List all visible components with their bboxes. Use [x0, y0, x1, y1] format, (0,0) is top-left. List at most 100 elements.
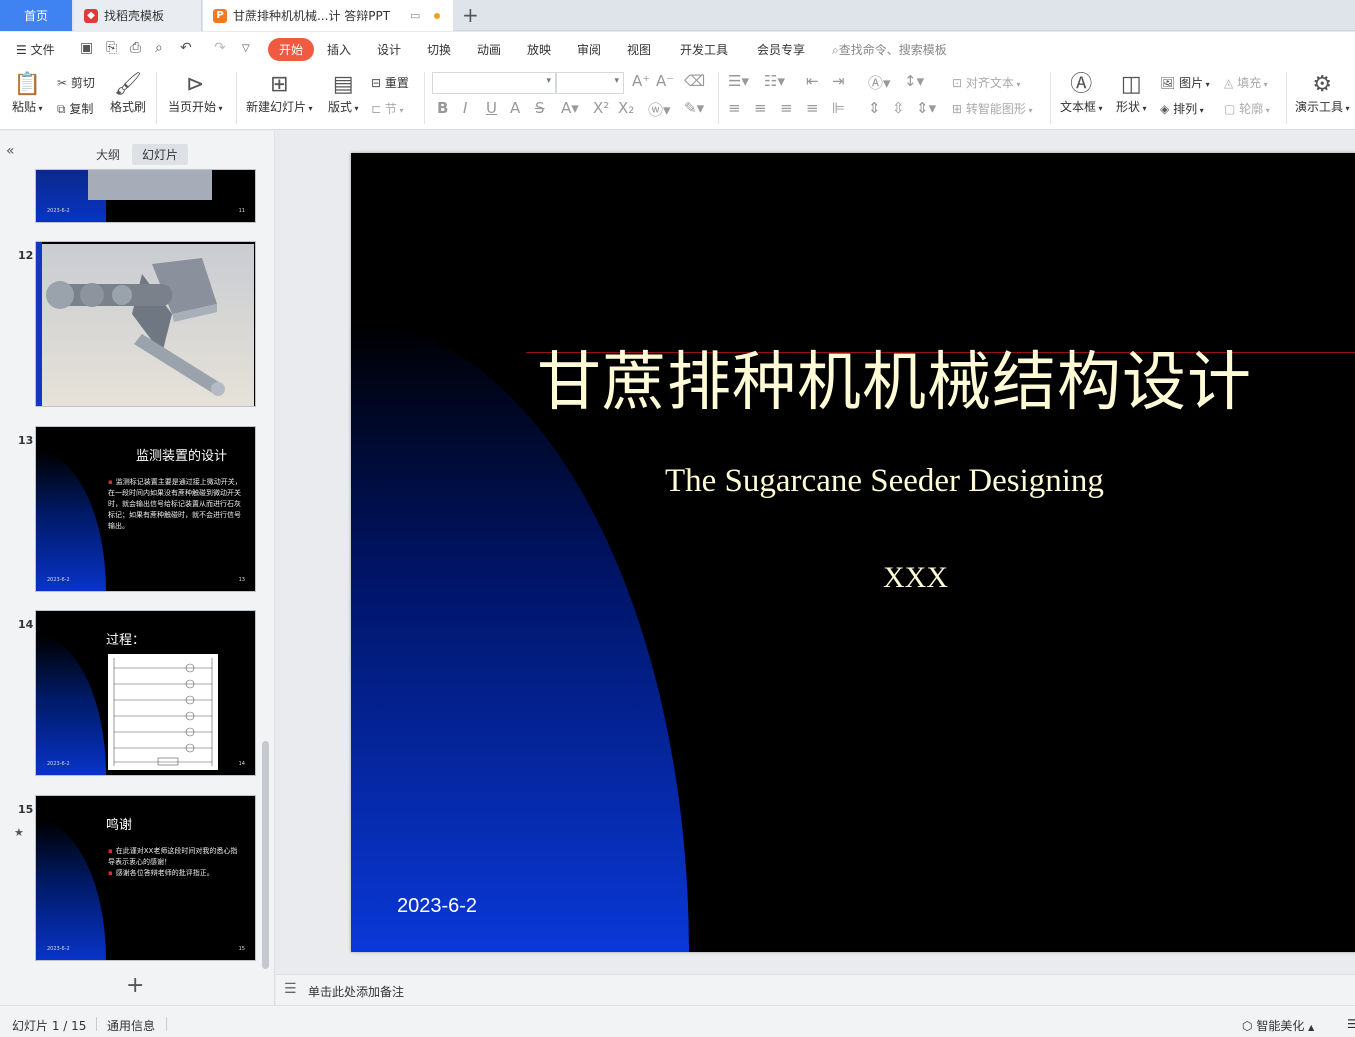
- paste-button[interactable]: 📋 粘贴 ▾: [12, 72, 43, 115]
- section-label: 节: [384, 102, 397, 116]
- numbering-icon[interactable]: ☷▾: [764, 72, 785, 90]
- thumb-page-number: 13: [238, 577, 245, 583]
- undo-icon[interactable]: ↶: [180, 40, 192, 56]
- font-color-icon[interactable]: A▾: [561, 99, 579, 117]
- slide-title[interactable]: 甘蔗排种机机械结构设计: [537, 331, 1252, 423]
- notes-toggle-icon[interactable]: ☰: [1347, 1017, 1355, 1031]
- export-pdf-icon[interactable]: ⎘: [106, 40, 117, 56]
- align-right-icon[interactable]: ≡: [780, 99, 793, 117]
- align-text-button[interactable]: ⊡ 对齐文本 ▾: [952, 74, 1020, 91]
- menu-member[interactable]: 会员专享: [757, 41, 805, 58]
- tab-bar: 首页 ◆ 找稻壳模板 P 甘蔗排种机机械...计 答辩PPT ▭ +: [0, 0, 1355, 31]
- slide-date[interactable]: 2023-6-2: [397, 895, 477, 918]
- bullet-icon: ▪: [108, 478, 113, 486]
- save-icon[interactable]: ▣: [80, 40, 93, 56]
- arrange-button[interactable]: ◈ 排列 ▾: [1160, 100, 1204, 117]
- quick-access-dropdown-icon[interactable]: ▽: [242, 43, 250, 54]
- print-preview-icon[interactable]: ⌕: [155, 40, 163, 56]
- file-menu[interactable]: ☰ 文件: [16, 41, 55, 58]
- notes-placeholder: 单击此处添加备注: [308, 985, 405, 999]
- add-slide-button[interactable]: +: [126, 973, 144, 998]
- slide-thumbnail-15[interactable]: 鸣谢 ▪ 在此谨对XX老师这段时间对我的悉心指导表示衷心的感谢！ ▪ 感谢各位答辩老…: [35, 795, 256, 961]
- slide-author[interactable]: XXX: [883, 561, 948, 595]
- clear-format-icon[interactable]: ⌫: [684, 72, 705, 90]
- superscript-icon[interactable]: X²: [593, 99, 609, 117]
- play-from-current-button[interactable]: ⊳ 当页开始 ▾: [168, 72, 223, 115]
- font-size-select[interactable]: [556, 72, 624, 94]
- current-slide[interactable]: 甘蔗排种机机械结构设计 The Sugarcane Seeder Designi…: [351, 153, 1355, 952]
- align-text-icon: ⊡: [952, 76, 963, 90]
- thumb-date: 2023-6-2: [47, 761, 70, 767]
- slide-thumbnail-13[interactable]: 监测装置的设计 ▪ 监测标记装置主要是通过接上微动开关，在一段时间内如果没有蔗种触…: [35, 426, 256, 592]
- line-height-icon[interactable]: ⇳: [892, 99, 905, 117]
- bullets-icon[interactable]: ☰▾: [728, 72, 749, 90]
- monitor-icon[interactable]: ▭: [410, 9, 420, 22]
- command-search[interactable]: ⌕查找命令、搜索模板: [832, 41, 947, 58]
- menu-slideshow[interactable]: 放映: [527, 41, 551, 58]
- justify-icon[interactable]: ≡: [806, 99, 819, 117]
- font-grow-icon[interactable]: A⁺: [632, 72, 650, 90]
- phonetic-icon[interactable]: ⓦ▾: [648, 99, 671, 120]
- menu-view[interactable]: 视图: [627, 41, 651, 58]
- redo-icon[interactable]: ↷: [214, 40, 226, 56]
- bold-icon[interactable]: B: [437, 99, 448, 117]
- tab-outline[interactable]: 大纲: [86, 144, 130, 165]
- column-spacing-icon[interactable]: ⇕▾: [916, 99, 936, 117]
- subscript-icon[interactable]: X₂: [618, 99, 634, 117]
- new-slide-button[interactable]: ⊞ 新建幻灯片 ▾: [246, 72, 313, 115]
- menu-animation[interactable]: 动画: [477, 41, 501, 58]
- copy-button[interactable]: ⧉ 复制: [57, 100, 93, 117]
- menu-transition[interactable]: 切换: [427, 41, 451, 58]
- text-direction-icon[interactable]: Ⓐ▾: [868, 72, 891, 93]
- align-center-icon[interactable]: ≡: [754, 99, 767, 117]
- slide-thumbnail-12[interactable]: [35, 241, 256, 407]
- tab-home[interactable]: 首页: [0, 0, 72, 31]
- cut-button[interactable]: ✂ 剪切: [57, 74, 95, 91]
- menu-insert[interactable]: 插入: [327, 41, 351, 58]
- underline-icon[interactable]: U: [486, 99, 497, 117]
- menu-developer[interactable]: 开发工具: [680, 41, 728, 58]
- increase-indent-icon[interactable]: ⇥: [832, 72, 845, 90]
- textbox-button[interactable]: Ⓐ 文本框 ▾: [1060, 72, 1103, 115]
- slide-editor: 甘蔗排种机机械结构设计 The Sugarcane Seeder Designi…: [276, 131, 1355, 974]
- smart-beautify-button[interactable]: ⬡ 智能美化 ▲: [1242, 1017, 1314, 1034]
- highlight-icon[interactable]: ✎▾: [684, 99, 704, 117]
- panel-scrollbar[interactable]: [262, 741, 269, 969]
- menu-review[interactable]: 审阅: [577, 41, 601, 58]
- outline-button[interactable]: ▢ 轮廓 ▾: [1224, 100, 1270, 117]
- section-button[interactable]: ⊏ 节 ▾: [371, 100, 403, 117]
- menu-design[interactable]: 设计: [377, 41, 401, 58]
- menu-start[interactable]: 开始: [268, 38, 315, 61]
- line-spacing-icon[interactable]: ↕▾: [904, 72, 924, 90]
- text-shadow-icon[interactable]: A: [510, 99, 520, 117]
- new-tab-button[interactable]: +: [462, 3, 479, 27]
- slide-subtitle[interactable]: The Sugarcane Seeder Designing: [665, 463, 1104, 500]
- slide-thumbnail-14[interactable]: 过程： 2023-6-2 14: [35, 610, 256, 776]
- shape-icon: ◫: [1120, 72, 1142, 97]
- picture-button[interactable]: 🖼 图片 ▾: [1160, 74, 1210, 91]
- fill-button[interactable]: ◬ 填充 ▾: [1224, 74, 1268, 91]
- decrease-indent-icon[interactable]: ⇤: [806, 72, 819, 90]
- italic-icon[interactable]: I: [463, 99, 467, 117]
- paragraph-spacing-icon[interactable]: ⇕: [868, 99, 881, 117]
- strikethrough-icon[interactable]: S: [535, 99, 545, 117]
- cut-label: 剪切: [70, 76, 95, 90]
- font-shrink-icon[interactable]: A⁻: [656, 72, 674, 90]
- tab-slides[interactable]: 幻灯片: [132, 144, 189, 165]
- play-circle-icon: ⊳: [186, 72, 205, 97]
- smartart-button[interactable]: ⊞ 转智能图形 ▾: [952, 100, 1032, 117]
- print-icon[interactable]: ⎙: [130, 40, 141, 56]
- tab-templates[interactable]: ◆ 找稻壳模板: [74, 0, 202, 31]
- reset-button[interactable]: ⊟ 重置: [371, 74, 409, 91]
- font-family-select[interactable]: [432, 72, 556, 94]
- format-painter-button[interactable]: 🖌 格式刷: [110, 72, 146, 115]
- collapse-panel-icon[interactable]: «: [6, 143, 15, 159]
- presenter-tools-button[interactable]: ⚙ 演示工具 ▾: [1295, 72, 1350, 115]
- notes-bar[interactable]: ☰ 单击此处添加备注: [276, 974, 1355, 1005]
- shape-button[interactable]: ◫ 形状 ▾: [1116, 72, 1147, 115]
- slide-thumbnail-11[interactable]: 2023-6-2 11: [35, 169, 256, 223]
- theme-name[interactable]: 通用信息: [107, 1017, 155, 1034]
- align-left-icon[interactable]: ≡: [728, 99, 741, 117]
- layout-button[interactable]: ▤ 版式 ▾: [328, 72, 359, 115]
- distribute-icon[interactable]: ⊫: [832, 99, 845, 117]
